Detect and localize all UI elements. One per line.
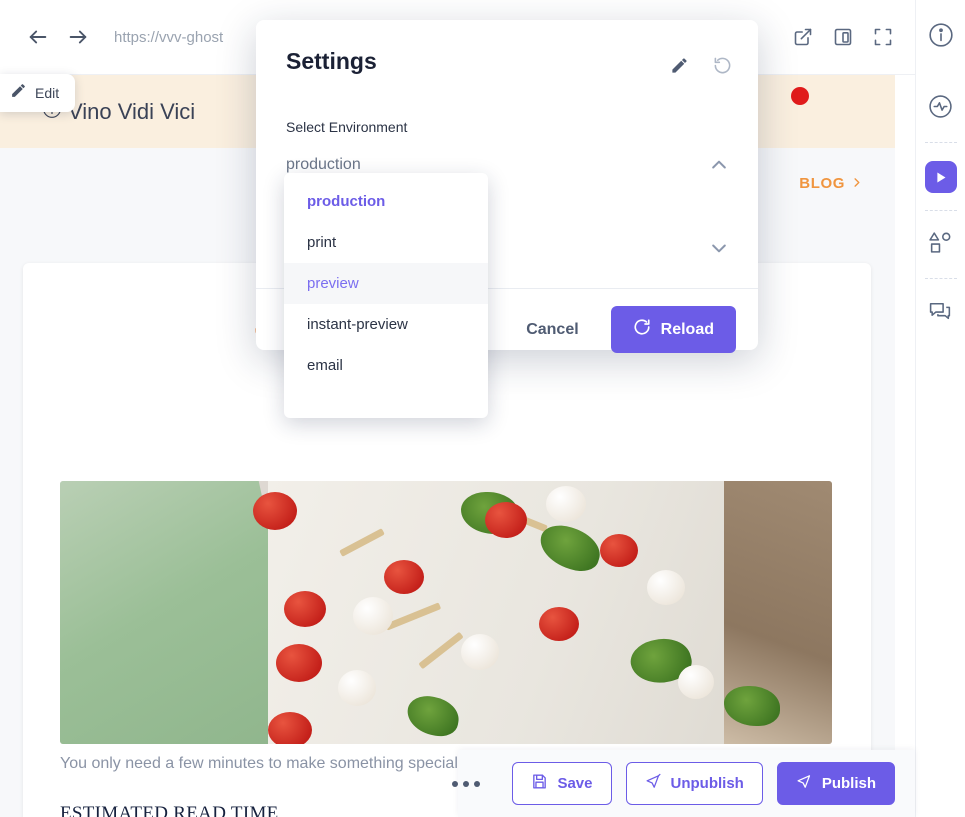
sidebar-item-shapes[interactable] [916,211,965,279]
play-icon[interactable] [924,161,957,193]
floppy-disk-icon [531,773,548,794]
unpublish-icon [645,773,662,794]
dialog-header-actions [670,56,732,75]
editor-action-bar: Save Unpublish Publish [452,750,915,817]
site-logo-text: Vino Vidi Vici [68,98,196,124]
external-link-icon[interactable] [793,27,813,47]
dropdown-option-production[interactable]: production [284,181,488,222]
article-feature-image [60,481,832,744]
unpublish-button[interactable]: Unpublish [625,762,763,805]
save-button[interactable]: Save [512,762,612,805]
sidebar-item-comments[interactable] [916,279,965,347]
blog-link-label: BLOG [799,175,845,192]
chevron-right-icon [851,175,862,192]
unpublish-button-label: Unpublish [670,775,744,792]
status-dot [791,87,809,105]
paper-plane-icon [796,773,813,794]
mobile-device-icon[interactable] [833,27,853,47]
browser-tool-icons [793,27,915,47]
fullscreen-icon[interactable] [873,27,893,47]
environment-field-label: Select Environment [286,119,408,135]
right-sidebar [915,0,965,817]
dropdown-option-print[interactable]: print [284,222,488,263]
forward-button[interactable] [58,17,98,57]
chevron-up-icon[interactable] [709,155,729,175]
dialog-title: Settings [286,48,377,74]
chat-bubbles-icon [928,298,953,328]
environment-dropdown-menu: production print preview instant-preview… [284,173,488,418]
edit-button[interactable]: Edit [0,74,76,112]
back-button[interactable] [18,17,58,57]
publish-button-label: Publish [821,775,876,792]
shapes-icon [928,230,953,260]
reset-circular-arrow-icon[interactable] [713,56,732,75]
sidebar-item-activity[interactable] [916,75,965,143]
save-button-label: Save [557,775,593,792]
ellipsis-icon[interactable] [452,780,481,787]
read-time-heading: ESTIMATED READ TIME [60,803,279,817]
edit-button-label: Edit [35,85,60,101]
cancel-button[interactable]: Cancel [514,313,590,347]
blog-nav-link[interactable]: BLOG [799,175,862,192]
dropdown-option-instant-preview[interactable]: instant-preview [284,304,488,345]
dropdown-option-preview[interactable]: preview [284,263,488,304]
publish-button[interactable]: Publish [776,762,895,805]
dialog-actions: Cancel Reload [514,306,736,353]
environment-select-value: production [286,156,361,173]
pencil-icon [10,82,27,104]
sidebar-item-preview[interactable] [916,143,965,211]
sidebar-item-info[interactable] [916,0,965,75]
reload-button-label: Reload [660,320,714,338]
chevron-down-icon[interactable] [709,238,729,258]
reload-button[interactable]: Reload [610,306,736,353]
article-excerpt: You only need a few minutes to make some… [60,755,463,772]
dropdown-option-email[interactable]: email [284,345,488,386]
pencil-icon[interactable] [670,56,689,75]
refresh-icon [633,318,651,341]
activity-pulse-icon [928,94,953,124]
info-circle-icon [928,22,954,53]
